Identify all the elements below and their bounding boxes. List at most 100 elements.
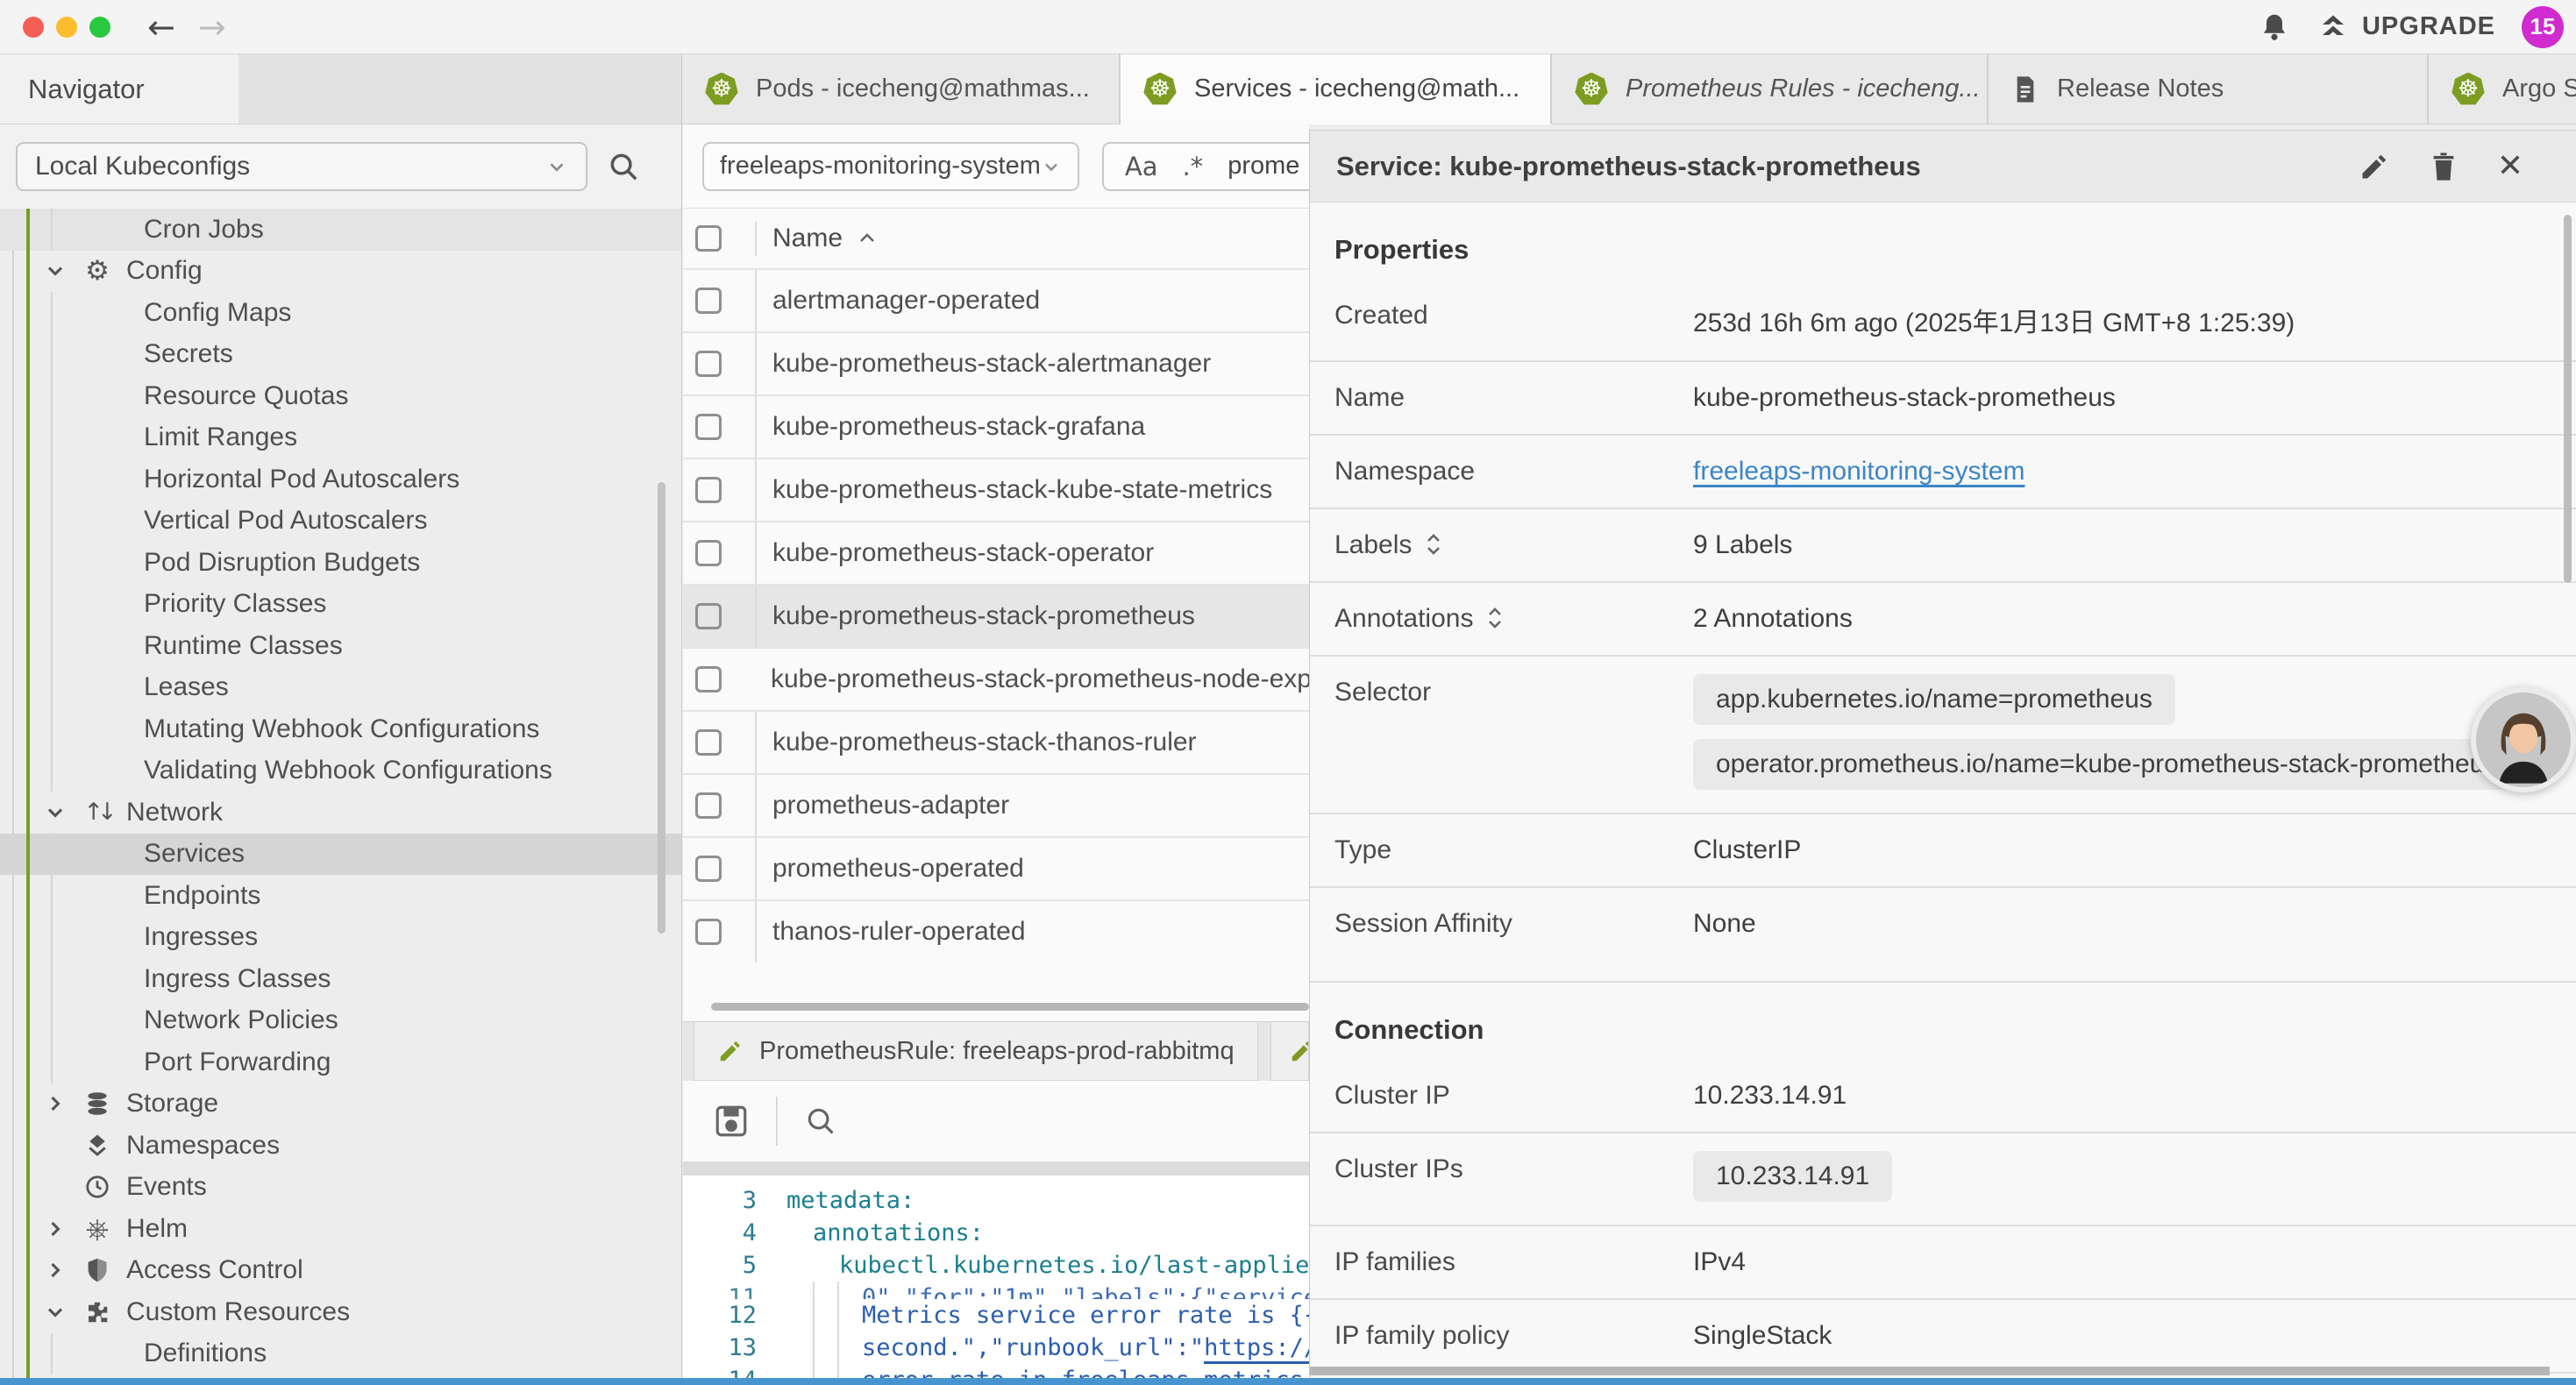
- table-row[interactable]: kube-prometheus-stack-grafana: [683, 394, 1309, 458]
- row-checkbox[interactable]: [695, 414, 722, 440]
- close-icon[interactable]: ✕: [2497, 148, 2523, 184]
- editor-line[interactable]: 14error rate in freeleaps metrics ser: [683, 1364, 1309, 1378]
- close-window-button[interactable]: [23, 17, 44, 38]
- sidebar-item[interactable]: Namespaces: [0, 1125, 681, 1167]
- table-row[interactable]: kube-prometheus-stack-alertmanager: [683, 331, 1309, 394]
- row-checkbox[interactable]: [695, 351, 722, 377]
- sidebar-item[interactable]: ↑↓ Network: [0, 792, 681, 834]
- tab-pods[interactable]: ☸ Pods - icecheng@mathmas...: [682, 54, 1121, 124]
- table-row[interactable]: prometheus-operated: [683, 836, 1309, 899]
- editor-line[interactable]: 4annotations:: [683, 1217, 1309, 1249]
- row-checkbox[interactable]: [695, 477, 722, 503]
- column-header-name[interactable]: Name: [772, 224, 878, 253]
- tab-services[interactable]: ☸ Services - icecheng@math... ✕: [1121, 54, 1552, 124]
- selector-chip[interactable]: operator.prometheus.io/name=kube-prometh…: [1693, 739, 2520, 790]
- editor-line[interactable]: 13second.","runbook_url":"https://net: [683, 1332, 1309, 1364]
- sort-updown-icon[interactable]: [1424, 530, 1443, 558]
- sort-updown-icon[interactable]: [1485, 604, 1505, 632]
- cluster-ip-chip[interactable]: 10.233.14.91: [1693, 1151, 1892, 1202]
- minimize-window-button[interactable]: [56, 17, 77, 38]
- sidebar-item[interactable]: Runtime Classes: [0, 625, 681, 667]
- namespace-select[interactable]: freeleaps-monitoring-system: [702, 142, 1079, 191]
- edit-pencil-icon[interactable]: [2359, 151, 2390, 182]
- tab-prometheus-rules[interactable]: ☸ Prometheus Rules - icecheng...: [1552, 54, 1989, 124]
- dock-tab-partial[interactable]: [1270, 1022, 1309, 1081]
- table-row[interactable]: kube-prometheus-stack-kube-state-metrics: [683, 458, 1309, 521]
- regex-icon[interactable]: .*: [1182, 152, 1203, 181]
- sidebar-item[interactable]: Port Forwarding: [0, 1041, 681, 1083]
- tab-release-notes[interactable]: Release Notes: [1989, 54, 2429, 124]
- table-row[interactable]: alertmanager-operated: [683, 268, 1309, 331]
- table-row[interactable]: kube-prometheus-stack-prometheus-node-ex…: [683, 647, 1309, 710]
- table-search-box[interactable]: Aa .*: [1102, 142, 1309, 191]
- detail-vertical-scrollbar[interactable]: [2564, 215, 2572, 583]
- delete-trash-icon[interactable]: [2429, 150, 2459, 183]
- sidebar-item[interactable]: Services: [0, 834, 681, 876]
- back-icon[interactable]: ←: [147, 11, 175, 44]
- sidebar-item[interactable]: Config Maps: [0, 292, 681, 334]
- sidebar-item[interactable]: Storage: [0, 1083, 681, 1126]
- horizontal-scrollbar[interactable]: [711, 1003, 1309, 1011]
- sidebar-item[interactable]: Events: [0, 1167, 681, 1209]
- sidebar-item[interactable]: Limit Ranges: [0, 417, 681, 459]
- editor-line[interactable]: 110","for":"1m","labels":{"service":": [683, 1282, 1309, 1299]
- sidebar-item[interactable]: ⚙ Config: [0, 251, 681, 293]
- row-checkbox[interactable]: [695, 540, 722, 566]
- match-case-icon[interactable]: Aa: [1125, 152, 1158, 181]
- sidebar-item[interactable]: Definitions: [0, 1333, 681, 1375]
- row-checkbox[interactable]: [695, 792, 722, 819]
- sidebar-item[interactable]: Priority Classes: [0, 584, 681, 626]
- sidebar-item[interactable]: Network Policies: [0, 1000, 681, 1042]
- editor-line[interactable]: 3metadata:: [683, 1184, 1309, 1217]
- row-checkbox[interactable]: [695, 288, 722, 314]
- sidebar-item[interactable]: Leases: [0, 667, 681, 709]
- sidebar-item[interactable]: Horizontal Pod Autoscalers: [0, 458, 681, 501]
- sidebar-item[interactable]: Endpoints: [0, 875, 681, 917]
- sidebar-item[interactable]: Mutating Webhook Configurations: [0, 708, 681, 750]
- upgrade-button[interactable]: UPGRADE: [2316, 11, 2495, 43]
- row-checkbox[interactable]: [695, 729, 722, 756]
- navigator-tab[interactable]: Navigator: [0, 54, 238, 124]
- sidebar-item[interactable]: Resource Quotas: [0, 375, 681, 417]
- sidebar-item[interactable]: Vertical Pod Autoscalers: [0, 501, 681, 543]
- table-row[interactable]: thanos-ruler-operated: [683, 899, 1309, 962]
- bell-icon[interactable]: [2259, 11, 2290, 44]
- editor-search-icon[interactable]: [804, 1104, 837, 1138]
- sidebar-item[interactable]: Custom Resources: [0, 1291, 681, 1333]
- dock-tab-prometheusrule[interactable]: PrometheusRule: freeleaps-prod-rabbitmq: [694, 1022, 1258, 1081]
- row-checkbox[interactable]: [695, 603, 722, 629]
- sidebar-item[interactable]: Cron Jobs: [0, 209, 681, 251]
- sidebar-item[interactable]: Ingresses: [0, 917, 681, 959]
- maximize-window-button[interactable]: [89, 17, 110, 38]
- sidebar-item[interactable]: Pod Disruption Budgets: [0, 542, 681, 584]
- sidebar-item[interactable]: ⎈ Helm: [0, 1208, 681, 1250]
- forward-icon[interactable]: →: [198, 11, 226, 44]
- sidebar-item[interactable]: Ingress Classes: [0, 958, 681, 1000]
- user-avatar[interactable]: [2471, 687, 2576, 792]
- sidebar-item[interactable]: Access Control: [0, 1250, 681, 1292]
- row-checkbox[interactable]: [695, 856, 722, 882]
- tab-argo[interactable]: ☸ Argo Se: [2429, 54, 2576, 124]
- sidebar-item[interactable]: Validating Webhook Configurations: [0, 750, 681, 792]
- save-icon[interactable]: [713, 1103, 750, 1140]
- table-row[interactable]: prometheus-adapter: [683, 773, 1309, 836]
- editor-line[interactable]: 12Metrics service error rate is {{ $va: [683, 1299, 1309, 1332]
- notification-badge[interactable]: 15: [2522, 6, 2564, 48]
- search-icon[interactable]: [607, 150, 640, 183]
- editor-scroll-strip[interactable]: [683, 1161, 1309, 1175]
- table-row[interactable]: kube-prometheus-stack-thanos-ruler: [683, 710, 1309, 773]
- row-checkbox[interactable]: [695, 666, 722, 692]
- select-all-checkbox[interactable]: [695, 225, 722, 252]
- yaml-editor[interactable]: 3metadata:4annotations:5kubectl.kubernet…: [683, 1175, 1309, 1378]
- namespace-link[interactable]: freeleaps-monitoring-system: [1693, 457, 2025, 486]
- sidebar-scrollbar[interactable]: [658, 482, 665, 934]
- selector-chip[interactable]: app.kubernetes.io/name=prometheus: [1693, 674, 2175, 725]
- detail-horizontal-scrollbar[interactable]: [1310, 1367, 2550, 1375]
- table-row[interactable]: kube-prometheus-stack-operator: [683, 521, 1309, 584]
- search-input[interactable]: [1228, 152, 1309, 181]
- kubeconfig-select[interactable]: Local Kubeconfigs: [16, 142, 587, 191]
- row-checkbox[interactable]: [695, 919, 722, 945]
- sidebar-item[interactable]: Secrets: [0, 334, 681, 376]
- table-row[interactable]: kube-prometheus-stack-prometheus: [683, 584, 1309, 647]
- editor-line[interactable]: 5kubectl.kubernetes.io/last-applied-conf…: [683, 1249, 1309, 1282]
